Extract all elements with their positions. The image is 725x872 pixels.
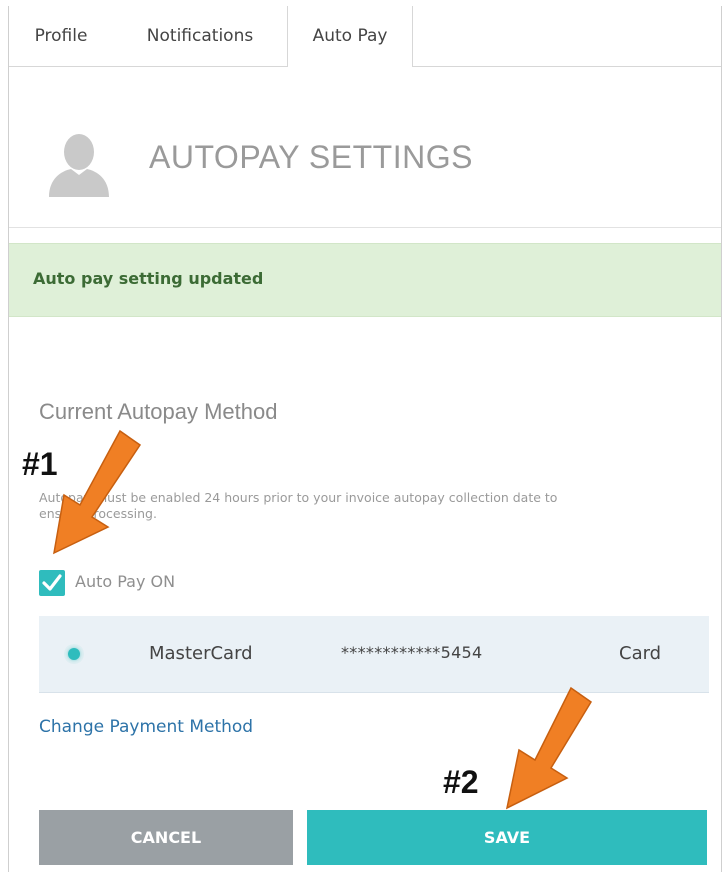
autopay-checkbox[interactable] — [39, 570, 65, 596]
step-2-annotation: #2 — [443, 764, 479, 800]
tab-profile[interactable]: Profile — [9, 6, 113, 66]
payment-method-row[interactable]: MasterCard ************5454 Card — [39, 616, 709, 693]
success-alert: Auto pay setting updated — [9, 243, 721, 317]
checkmark-icon — [42, 574, 62, 591]
tab-notifications[interactable]: Notifications — [113, 6, 287, 66]
change-payment-method-link[interactable]: Change Payment Method — [39, 717, 253, 737]
section-title: Current Autopay Method — [39, 399, 278, 424]
page-title: AUTOPAY SETTINGS — [149, 139, 473, 175]
page-header: AUTOPAY SETTINGS — [9, 67, 721, 228]
step-2-arrow-icon — [505, 686, 593, 810]
card-brand: MasterCard — [149, 643, 253, 664]
step-1-arrow-icon — [53, 429, 142, 555]
tab-bar: Profile Notifications Auto Pay — [9, 6, 721, 67]
tab-auto-pay[interactable]: Auto Pay — [287, 6, 413, 67]
cancel-button[interactable]: CANCEL — [39, 810, 293, 865]
payment-method-radio[interactable] — [64, 644, 84, 664]
user-silhouette-icon — [45, 133, 113, 197]
autopay-checkbox-label: Auto Pay ON — [75, 572, 176, 591]
alert-message: Auto pay setting updated — [33, 269, 264, 288]
card-number: ************5454 — [341, 643, 483, 662]
save-button[interactable]: SAVE — [307, 810, 707, 865]
card-type: Card — [619, 643, 662, 664]
radio-selected-dot — [68, 648, 80, 660]
